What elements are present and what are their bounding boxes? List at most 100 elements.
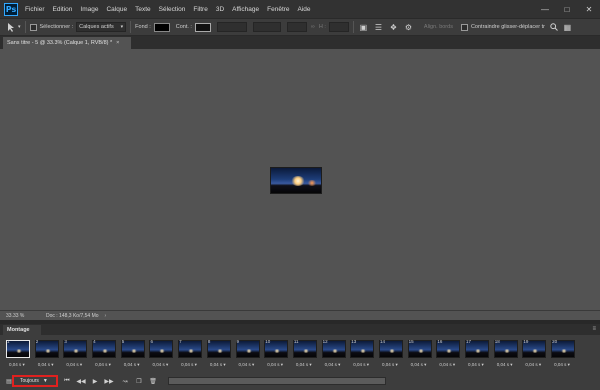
frame-thumbnail[interactable]	[120, 340, 145, 358]
path-operations-icon[interactable]: ▣	[358, 22, 369, 33]
previous-frame-icon[interactable]: ◀◀	[74, 375, 88, 387]
menu-fichier[interactable]: Fichier	[25, 6, 45, 13]
animation-frame[interactable]: 9 0,04 s ▾	[234, 338, 263, 372]
frame-delay-value: 0,04 s	[9, 362, 22, 367]
animation-frame[interactable]: 12 0,04 s ▾	[320, 338, 349, 372]
animation-frame[interactable]: 18 0,04 s ▾	[492, 338, 521, 372]
animation-frame[interactable]: 14 0,04 s ▾	[377, 338, 406, 372]
animation-frame[interactable]: 17 0,04 s ▾	[463, 338, 492, 372]
frame-delay-dropdown[interactable]: 0,04 s ▾	[38, 362, 54, 368]
frame-delay-dropdown[interactable]: 0,04 s ▾	[239, 362, 255, 368]
timeline-scrollbar[interactable]	[168, 377, 386, 385]
frame-delay-dropdown[interactable]: 0,04 s ▾	[554, 362, 570, 368]
stroke-width-field[interactable]	[216, 22, 247, 32]
panel-menu-icon[interactable]: ≡	[592, 326, 596, 332]
path-alignment-icon[interactable]: ☰	[373, 22, 384, 33]
frame-delay-dropdown[interactable]: 0,04 s ▾	[152, 362, 168, 368]
tool-preset-caret-icon[interactable]: ▾	[18, 24, 21, 30]
animation-frame[interactable]: 19 0,04 s ▾	[520, 338, 549, 372]
frame-thumbnail[interactable]	[34, 340, 59, 358]
animation-frame[interactable]: 7 0,04 s ▾	[176, 338, 205, 372]
animation-frame[interactable]: 5 0,04 s ▾	[119, 338, 148, 372]
menu-3d[interactable]: 3D	[216, 6, 224, 13]
animation-frame[interactable]: 11 0,04 s ▾	[291, 338, 320, 372]
zoom-level[interactable]: 33.33 %	[6, 313, 36, 319]
status-menu-arrow-icon[interactable]: ›	[105, 313, 107, 319]
fill-color-swatch[interactable]	[153, 22, 170, 32]
tween-icon[interactable]: ↝	[118, 375, 132, 387]
frame-delay-dropdown[interactable]: 0,04 s ▾	[124, 362, 140, 368]
trash-icon[interactable]: 🗑	[146, 375, 160, 387]
height-field[interactable]	[328, 22, 349, 32]
animation-frame[interactable]: 20 0,04 s ▾	[549, 338, 578, 372]
next-frame-icon[interactable]: ▶▶	[102, 375, 116, 387]
animation-frame[interactable]: 4 0,04 s ▾	[90, 338, 119, 372]
tab-montage[interactable]: Montage	[3, 325, 41, 335]
animation-frame[interactable]: 13 0,04 s ▾	[348, 338, 377, 372]
animation-frame[interactable]: 2 0,04 s ▾	[33, 338, 62, 372]
frame-delay-dropdown[interactable]: 0,04 s ▾	[296, 362, 312, 368]
workspace-icon[interactable]: ▦	[562, 22, 573, 33]
animation-frame[interactable]: 6 0,04 s ▾	[147, 338, 176, 372]
chevron-down-icon: ▼	[42, 378, 48, 384]
loop-dropdown[interactable]: Toujours ▼	[12, 375, 58, 387]
chevron-down-icon: ▾	[49, 362, 54, 367]
path-arrangement-icon[interactable]: ❖	[388, 22, 399, 33]
animation-frame[interactable]: 3 0,04 s ▾	[61, 338, 90, 372]
frame-delay-dropdown[interactable]: 0,04 s ▾	[95, 362, 111, 368]
select-layers-dropdown[interactable]: Calques actifs ▾	[76, 22, 127, 32]
frame-delay-dropdown[interactable]: 0,04 s ▾	[66, 362, 82, 368]
minimize-icon[interactable]: —	[534, 0, 556, 18]
animation-frame[interactable]: 10 0,04 s ▾	[262, 338, 291, 372]
frame-delay-dropdown[interactable]: 0,04 s ▾	[439, 362, 455, 368]
animation-frame[interactable]: 16 0,04 s ▾	[434, 338, 463, 372]
frame-delay-dropdown[interactable]: 0,04 s ▾	[382, 362, 398, 368]
frame-delay-dropdown[interactable]: 0,04 s ▾	[267, 362, 283, 368]
menu-affichage[interactable]: Affichage	[232, 6, 259, 13]
stroke-type-dropdown[interactable]	[252, 22, 281, 32]
menu-image[interactable]: Image	[80, 6, 98, 13]
frame-delay-dropdown[interactable]: 0,04 s ▾	[325, 362, 341, 368]
frame-delay-dropdown[interactable]: 0,04 s ▾	[468, 362, 484, 368]
chevron-down-icon: ▾	[308, 362, 312, 367]
constrain-checkbox[interactable]	[460, 23, 468, 31]
frame-delay-dropdown[interactable]: 0,04 s ▾	[411, 362, 427, 368]
auto-select-checkbox[interactable]	[29, 23, 37, 31]
menu-edition[interactable]: Edition	[53, 6, 73, 13]
link-icon[interactable]: ∞	[311, 24, 315, 30]
frame-delay-dropdown[interactable]: 0,04 s ▾	[525, 362, 541, 368]
maximize-icon[interactable]: □	[556, 0, 578, 18]
settings-gear-icon[interactable]: ⚙	[403, 22, 414, 33]
frame-delay-dropdown[interactable]: 0,04 s ▾	[353, 362, 369, 368]
menu-fenetre[interactable]: Fenêtre	[267, 6, 289, 13]
move-tool-icon[interactable]	[6, 22, 17, 33]
width-field[interactable]	[286, 22, 307, 32]
search-icon[interactable]	[549, 22, 560, 33]
canvas-area[interactable]	[0, 49, 600, 310]
animation-frame[interactable]: 15 0,04 s ▾	[406, 338, 435, 372]
frame-delay-dropdown[interactable]: 0,04 s ▾	[181, 362, 197, 368]
close-icon[interactable]: ×	[116, 40, 119, 46]
frame-delay-dropdown[interactable]: 0,04 s ▾	[210, 362, 226, 368]
duplicate-frame-icon[interactable]: ❐	[132, 375, 146, 387]
frame-delay-dropdown[interactable]: 0,04 s ▾	[497, 362, 513, 368]
chevron-down-icon: ▾	[451, 362, 456, 367]
frame-number: 10	[265, 339, 271, 344]
animation-frame[interactable]: 8 0,04 s ▾	[205, 338, 234, 372]
play-icon[interactable]: ▶	[88, 375, 102, 387]
menu-selection[interactable]: Sélection	[159, 6, 186, 13]
close-window-icon[interactable]: ✕	[578, 0, 600, 18]
first-frame-icon[interactable]: ⏮	[60, 375, 74, 387]
menu-filtre[interactable]: Filtre	[193, 6, 207, 13]
document-tab[interactable]: Sans titre - 5 @ 33.3% (Calque 1, RVB/8)…	[3, 37, 131, 49]
menu-calque[interactable]: Calque	[106, 6, 127, 13]
menu-aide[interactable]: Aide	[298, 6, 311, 13]
frame-thumbnail[interactable]	[149, 340, 174, 358]
stroke-color-swatch[interactable]	[194, 22, 211, 32]
frame-delay-dropdown[interactable]: 0,04 s ▾	[9, 362, 25, 368]
frame-thumbnail[interactable]	[235, 340, 260, 358]
menu-texte[interactable]: Texte	[135, 6, 151, 13]
animation-frame[interactable]: 1 0,04 s ▾	[4, 338, 33, 372]
canvas-image[interactable]	[270, 167, 322, 194]
frame-thumbnail[interactable]	[206, 340, 231, 358]
